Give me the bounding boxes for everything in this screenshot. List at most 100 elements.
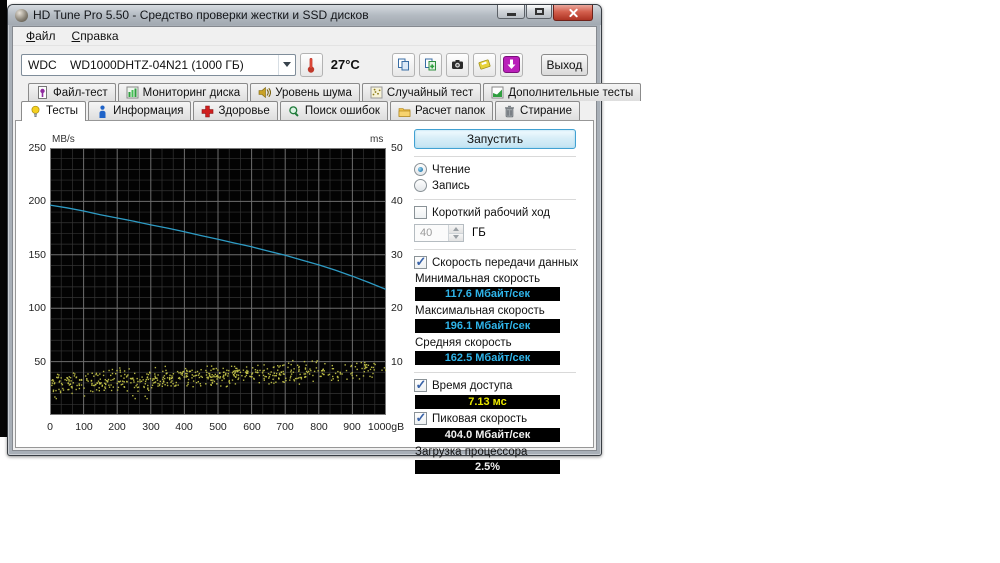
access-time-checkbox[interactable]: [414, 379, 427, 392]
y-left-tick: 250: [20, 142, 46, 154]
tab-label: Поиск ошибок: [305, 105, 380, 117]
short-stroke-checkbox[interactable]: [414, 206, 427, 219]
max-speed-label: Максимальная скорость: [415, 305, 580, 317]
tab-label: Дополнительные тесты: [508, 87, 633, 99]
separator: [414, 372, 576, 373]
burst-rate-label: Пиковая скорость: [432, 413, 527, 425]
short-stroke-label: Короткий рабочий ход: [432, 207, 550, 219]
screenshot-camera-icon: [451, 58, 464, 71]
transfer-rate-checkbox[interactable]: [414, 256, 427, 269]
download-icon: [503, 56, 520, 73]
tab-дополнительные-тесты[interactable]: Дополнительные тесты: [483, 83, 641, 101]
tab-label: Тесты: [46, 105, 78, 117]
close-button[interactable]: [553, 5, 593, 21]
y-right-tick: 40: [391, 195, 403, 207]
tab-мониторинг-диска[interactable]: Мониторинг диска: [118, 83, 249, 101]
title-bar[interactable]: HD Tune Pro 5.50 - Средство проверки жес…: [8, 5, 601, 25]
tab-тесты[interactable]: Тесты: [21, 101, 86, 121]
tab-label: Уровень шума: [275, 87, 352, 99]
exit-button[interactable]: Выход: [541, 54, 588, 76]
tab-label: Расчет папок: [415, 105, 485, 117]
toolbar: WDC WD1000DHTZ-04N21 (1000 ГБ) 27°C Выхо…: [13, 46, 596, 83]
client-area: ФайлСправка WDC WD1000DHTZ-04N21 (1000 Г…: [12, 26, 597, 451]
menu-item-1[interactable]: Справка: [64, 28, 127, 44]
save-button[interactable]: [473, 53, 496, 77]
benchmark-controls-panel: Запустить Чтение Запись Короткий рабочий…: [414, 129, 580, 477]
file-test-icon: [36, 86, 49, 99]
burst-rate-value: 404.0 Мбайт/сек: [445, 429, 531, 441]
access-time-label: Время доступа: [432, 380, 512, 392]
avg-speed-label: Средняя скорость: [415, 337, 580, 349]
access-time-value-box: 7.13 мс: [415, 395, 560, 409]
separator: [414, 156, 576, 157]
maximize-button[interactable]: [526, 5, 552, 19]
error-scan-icon: [288, 105, 301, 118]
burst-rate-checkbox[interactable]: [414, 412, 427, 425]
stepper-up-button[interactable]: [449, 225, 463, 233]
temperature-value: 27°C: [331, 57, 360, 72]
extra-tests-icon: [491, 86, 504, 99]
maximize-icon: [535, 8, 544, 15]
window-title: HD Tune Pro 5.50 - Средство проверки жес…: [33, 8, 369, 22]
close-icon: [568, 7, 579, 18]
app-window: HD Tune Pro 5.50 - Средство проверки жес…: [7, 4, 602, 456]
tab-label: Случайный тест: [387, 87, 473, 99]
tab-расчет-папок[interactable]: Расчет папок: [390, 101, 493, 120]
toolbar-buttons: [392, 53, 523, 77]
tests-bulb-icon: [29, 105, 42, 118]
run-test-button[interactable]: Запустить: [414, 129, 576, 149]
tab-файл-тест[interactable]: Файл-тест: [28, 83, 116, 101]
short-stroke-size-stepper[interactable]: 40: [414, 224, 464, 242]
drive-selector-value: WDC WD1000DHTZ-04N21 (1000 ГБ): [22, 58, 278, 72]
max-speed-value-box: 196.1 Мбайт/сек: [415, 319, 560, 333]
tab-strip: Файл-тест Мониторинг диска Уровень шума Слу…: [13, 83, 596, 120]
health-cross-icon: [201, 105, 214, 118]
y-left-axis-unit: MB/s: [52, 134, 75, 145]
save-icon: [478, 58, 491, 71]
y-right-tick: 30: [391, 249, 403, 261]
minimize-icon: [507, 13, 516, 16]
stepper-down-button[interactable]: [449, 233, 463, 242]
thermometer-icon: [304, 56, 318, 74]
benchmark-tab-panel: MB/sms2502001501005050403020100100200300…: [15, 120, 594, 448]
y-right-tick: 50: [391, 142, 403, 154]
y-right-tick: 10: [391, 356, 403, 368]
y-right-axis-unit: ms: [370, 134, 383, 145]
menu-bar: ФайлСправка: [13, 27, 596, 46]
copy-icon: [397, 58, 410, 71]
write-radio-label: Запись: [432, 180, 470, 192]
write-radio[interactable]: [414, 179, 427, 192]
copy-button[interactable]: [392, 53, 415, 77]
arrow-up-icon: [453, 227, 459, 231]
tab-поиск-ошибок[interactable]: Поиск ошибок: [280, 101, 388, 120]
y-left-tick: 50: [20, 356, 46, 368]
short-stroke-size-value: 40: [415, 225, 448, 241]
tab-случайный-тест[interactable]: Случайный тест: [362, 83, 481, 101]
tab-информация[interactable]: Информация: [88, 101, 191, 120]
arrow-down-icon: [453, 235, 459, 239]
cpu-usage-value-box: 2.5%: [415, 460, 560, 474]
burst-rate-value-box: 404.0 Мбайт/сек: [415, 428, 560, 442]
desktop-background-strip: [0, 0, 7, 437]
drive-selector[interactable]: WDC WD1000DHTZ-04N21 (1000 ГБ): [21, 54, 296, 76]
drive-selector-arrow[interactable]: [278, 55, 295, 75]
cpu-usage-label: Загрузка процессора: [415, 446, 580, 458]
y-left-tick: 150: [20, 249, 46, 261]
minimize-button[interactable]: [497, 5, 525, 19]
screenshot-camera-button[interactable]: [446, 53, 469, 77]
short-stroke-unit: ГБ: [472, 227, 486, 239]
x-axis-tick: 1000gB: [364, 421, 408, 433]
download-button[interactable]: [500, 53, 523, 77]
menu-item-0[interactable]: Файл: [18, 28, 64, 44]
copy-file-button[interactable]: [419, 53, 442, 77]
max-speed-value: 196.1 Мбайт/сек: [445, 320, 531, 332]
app-icon: [15, 9, 28, 22]
read-radio[interactable]: [414, 163, 427, 176]
cpu-usage-value: 2.5%: [475, 461, 500, 473]
separator: [414, 199, 576, 200]
tab-label: Файл-тест: [53, 87, 108, 99]
tab-здоровье[interactable]: Здоровье: [193, 101, 277, 120]
tab-стирание[interactable]: Стирание: [495, 101, 580, 120]
tab-уровень-шума[interactable]: Уровень шума: [250, 83, 360, 101]
temperature-button[interactable]: [300, 53, 323, 77]
